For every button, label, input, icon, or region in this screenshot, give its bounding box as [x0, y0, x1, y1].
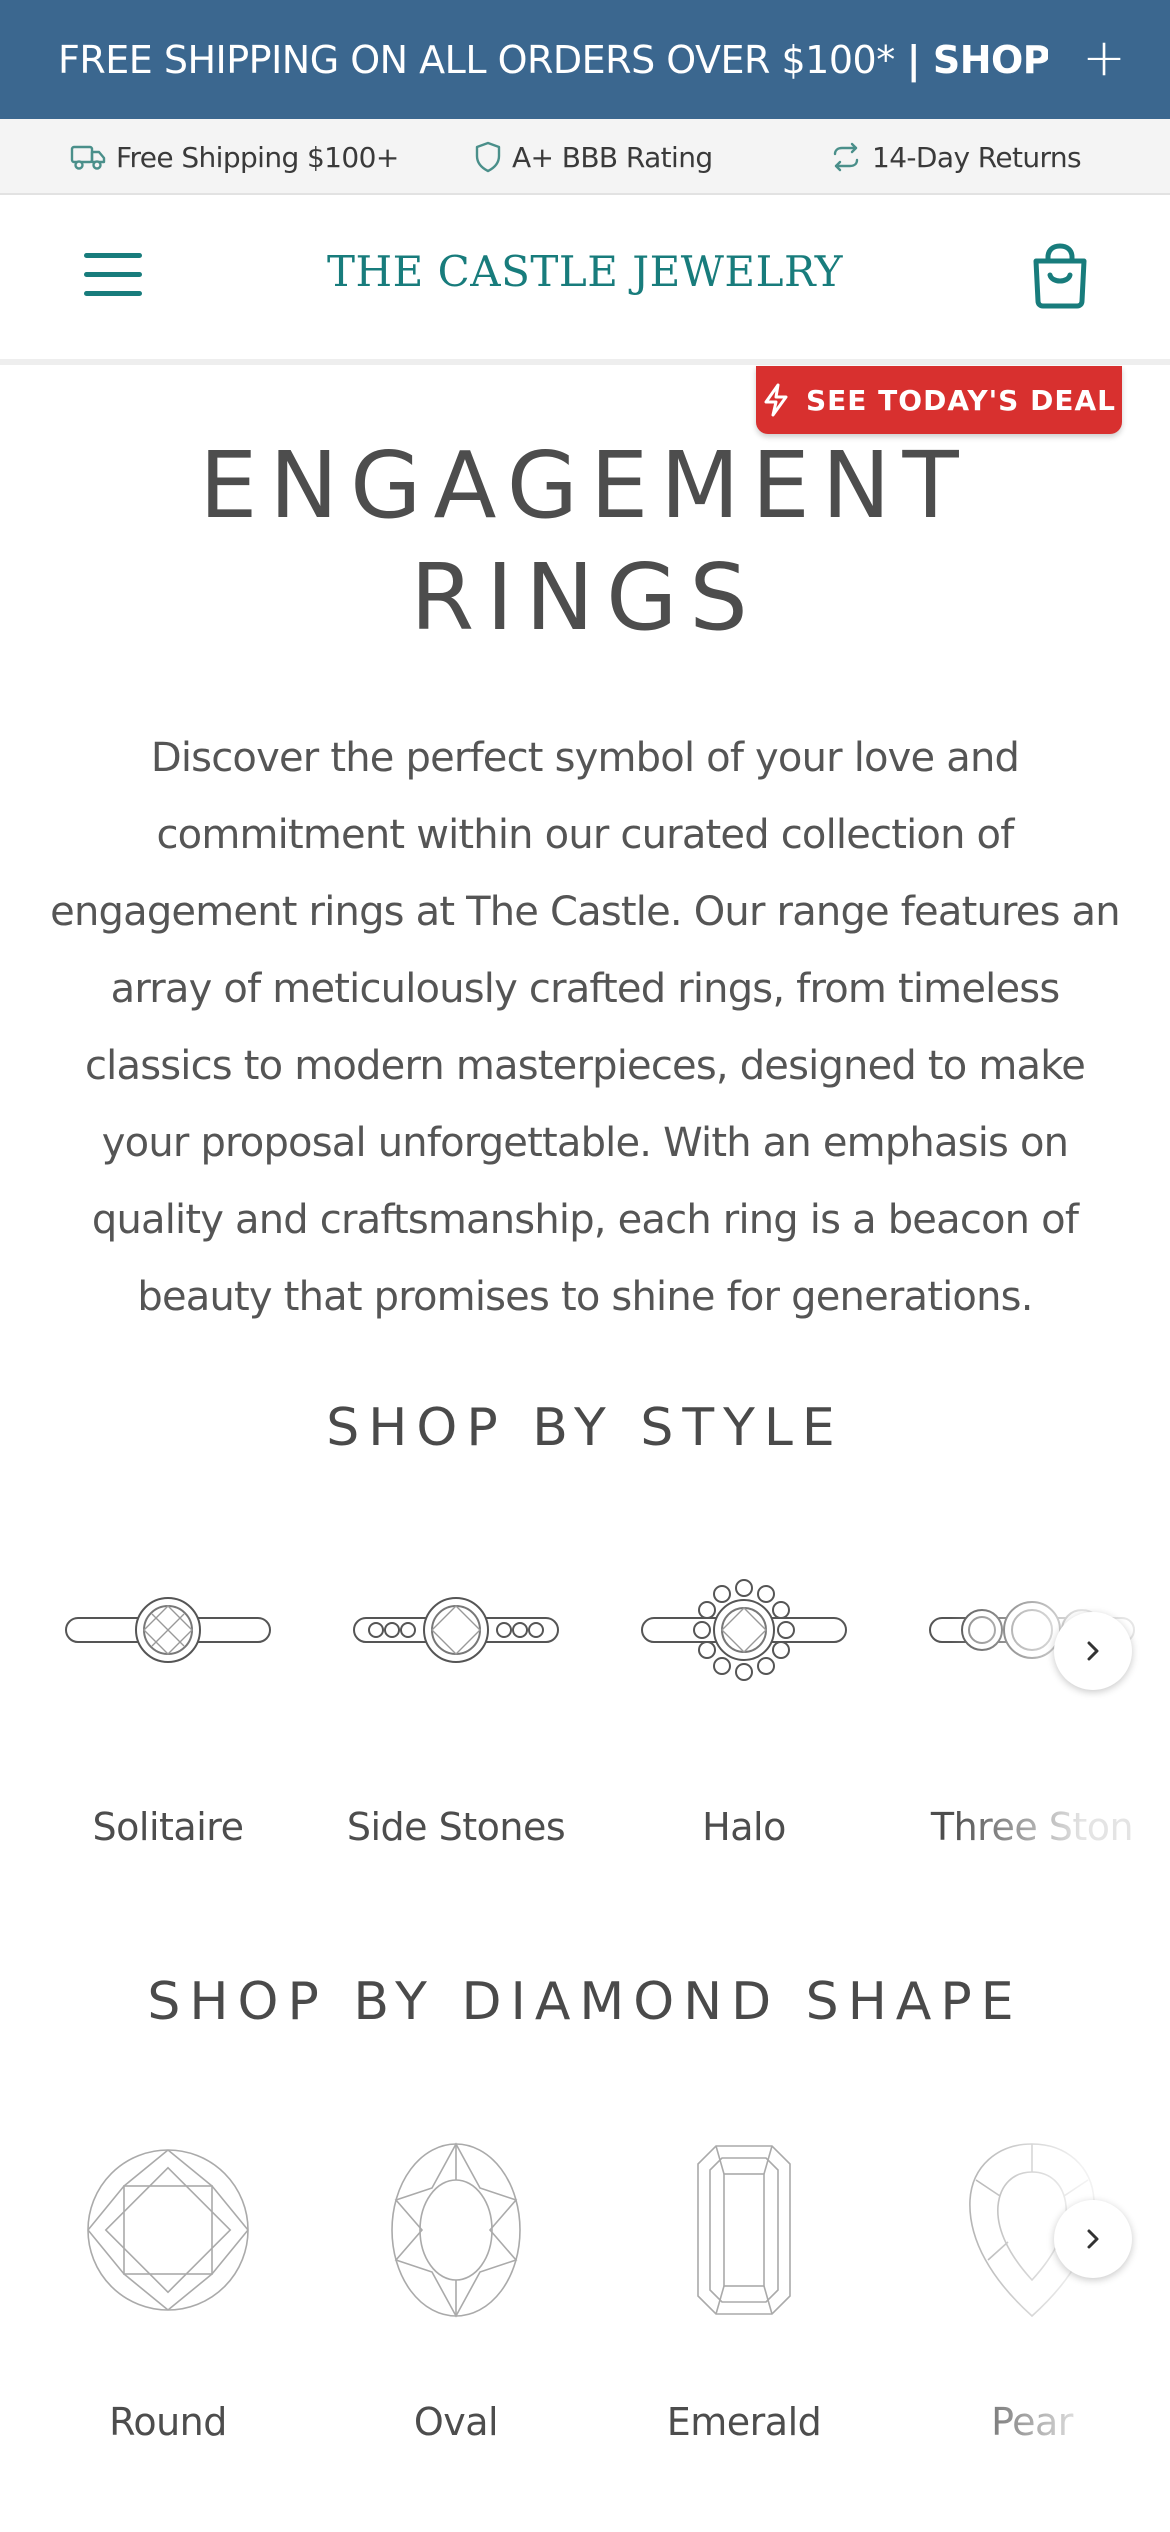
announcement-cta[interactable]: | SHOP NE… — [907, 38, 1048, 82]
plus-icon[interactable]: + — [1072, 26, 1136, 90]
style-label: Solitaire — [92, 1805, 244, 1849]
style-label: Side Stones — [346, 1805, 566, 1849]
shape-carousel-next-button[interactable] — [1054, 2200, 1132, 2278]
oval-diamond-icon — [391, 2142, 521, 2318]
style-item-side-stones[interactable]: Side Stones — [312, 1560, 600, 1870]
side-stones-ring-icon — [353, 1597, 559, 1663]
halo-ring-icon — [641, 1579, 847, 1681]
shape-item-emerald[interactable]: Emerald — [600, 2130, 888, 2460]
chevron-right-icon — [1087, 1641, 1099, 1661]
emerald-diamond-icon — [697, 2145, 791, 2315]
solitaire-ring-icon — [65, 1597, 271, 1663]
deal-label: SEE TODAY'S DEAL — [806, 383, 1116, 417]
site-header: THE CASTLE JEWELRY — [0, 195, 1170, 365]
shape-label: Oval — [413, 2400, 499, 2444]
lightning-icon — [764, 383, 788, 417]
style-item-solitaire[interactable]: Solitaire — [24, 1560, 312, 1870]
trust-bar: Free Shipping $100+ A+ BBB Rating 14-Day… — [0, 119, 1170, 195]
todays-deal-button[interactable]: SEE TODAY'S DEAL — [756, 366, 1122, 434]
shape-item-pear[interactable]: Pear — [888, 2130, 1170, 2460]
trust-item-shipping: Free Shipping $100+ — [70, 119, 399, 195]
shopping-bag-icon[interactable] — [1030, 243, 1090, 314]
shop-by-shape-title: SHOP BY DIAMOND SHAPE — [147, 1972, 1023, 2032]
shape-label: Round — [109, 2400, 227, 2444]
shape-label: Pear — [991, 2400, 1073, 2444]
shape-label: Emerald — [666, 2400, 822, 2444]
announcement-text[interactable]: FREE SHIPPING ON ALL ORDERS OVER $100* |… — [58, 0, 1048, 119]
shop-by-style-title: SHOP BY STYLE — [326, 1398, 844, 1458]
chevron-right-icon — [1087, 2229, 1099, 2249]
page-description: Discover the perfect symbol of your love… — [50, 735, 1120, 1320]
announcement-bar[interactable]: FREE SHIPPING ON ALL ORDERS OVER $100* |… — [0, 0, 1170, 119]
style-label: Halo — [702, 1805, 786, 1849]
style-label: Three Ston — [930, 1805, 1134, 1849]
truck-icon — [70, 145, 106, 170]
shape-item-oval[interactable]: Oval — [312, 2130, 600, 2460]
style-carousel[interactable]: Solitaire Side Stones Halo Three Ston — [0, 1560, 1170, 1870]
trust-label-bbb: A+ BBB Rating — [512, 140, 713, 174]
trust-item-returns: 14-Day Returns — [830, 119, 1082, 195]
style-carousel-next-button[interactable] — [1054, 1612, 1132, 1690]
three-stone-ring-icon — [929, 1601, 1135, 1659]
page-title-line2: RINGS — [410, 544, 760, 651]
style-item-halo[interactable]: Halo — [600, 1560, 888, 1870]
refresh-icon — [833, 142, 859, 172]
trust-label-returns: 14-Day Returns — [872, 140, 1082, 174]
round-diamond-icon — [87, 2149, 249, 2311]
announcement-message: FREE SHIPPING ON ALL ORDERS OVER $100* — [58, 37, 895, 82]
shape-carousel[interactable]: Round Oval Emerald Pear — [0, 2130, 1170, 2460]
page-title-line1: ENGAGEMENT — [199, 432, 971, 539]
trust-item-bbb: A+ BBB Rating — [474, 119, 713, 195]
style-item-three-stone[interactable]: Three Ston — [888, 1560, 1170, 1870]
page-title: ENGAGEMENT RINGS — [0, 430, 1170, 654]
shield-icon — [475, 141, 501, 173]
brand-logo[interactable]: THE CASTLE JEWELRY — [0, 247, 1170, 296]
shape-item-round[interactable]: Round — [24, 2130, 312, 2460]
trust-label-shipping: Free Shipping $100+ — [116, 140, 399, 174]
